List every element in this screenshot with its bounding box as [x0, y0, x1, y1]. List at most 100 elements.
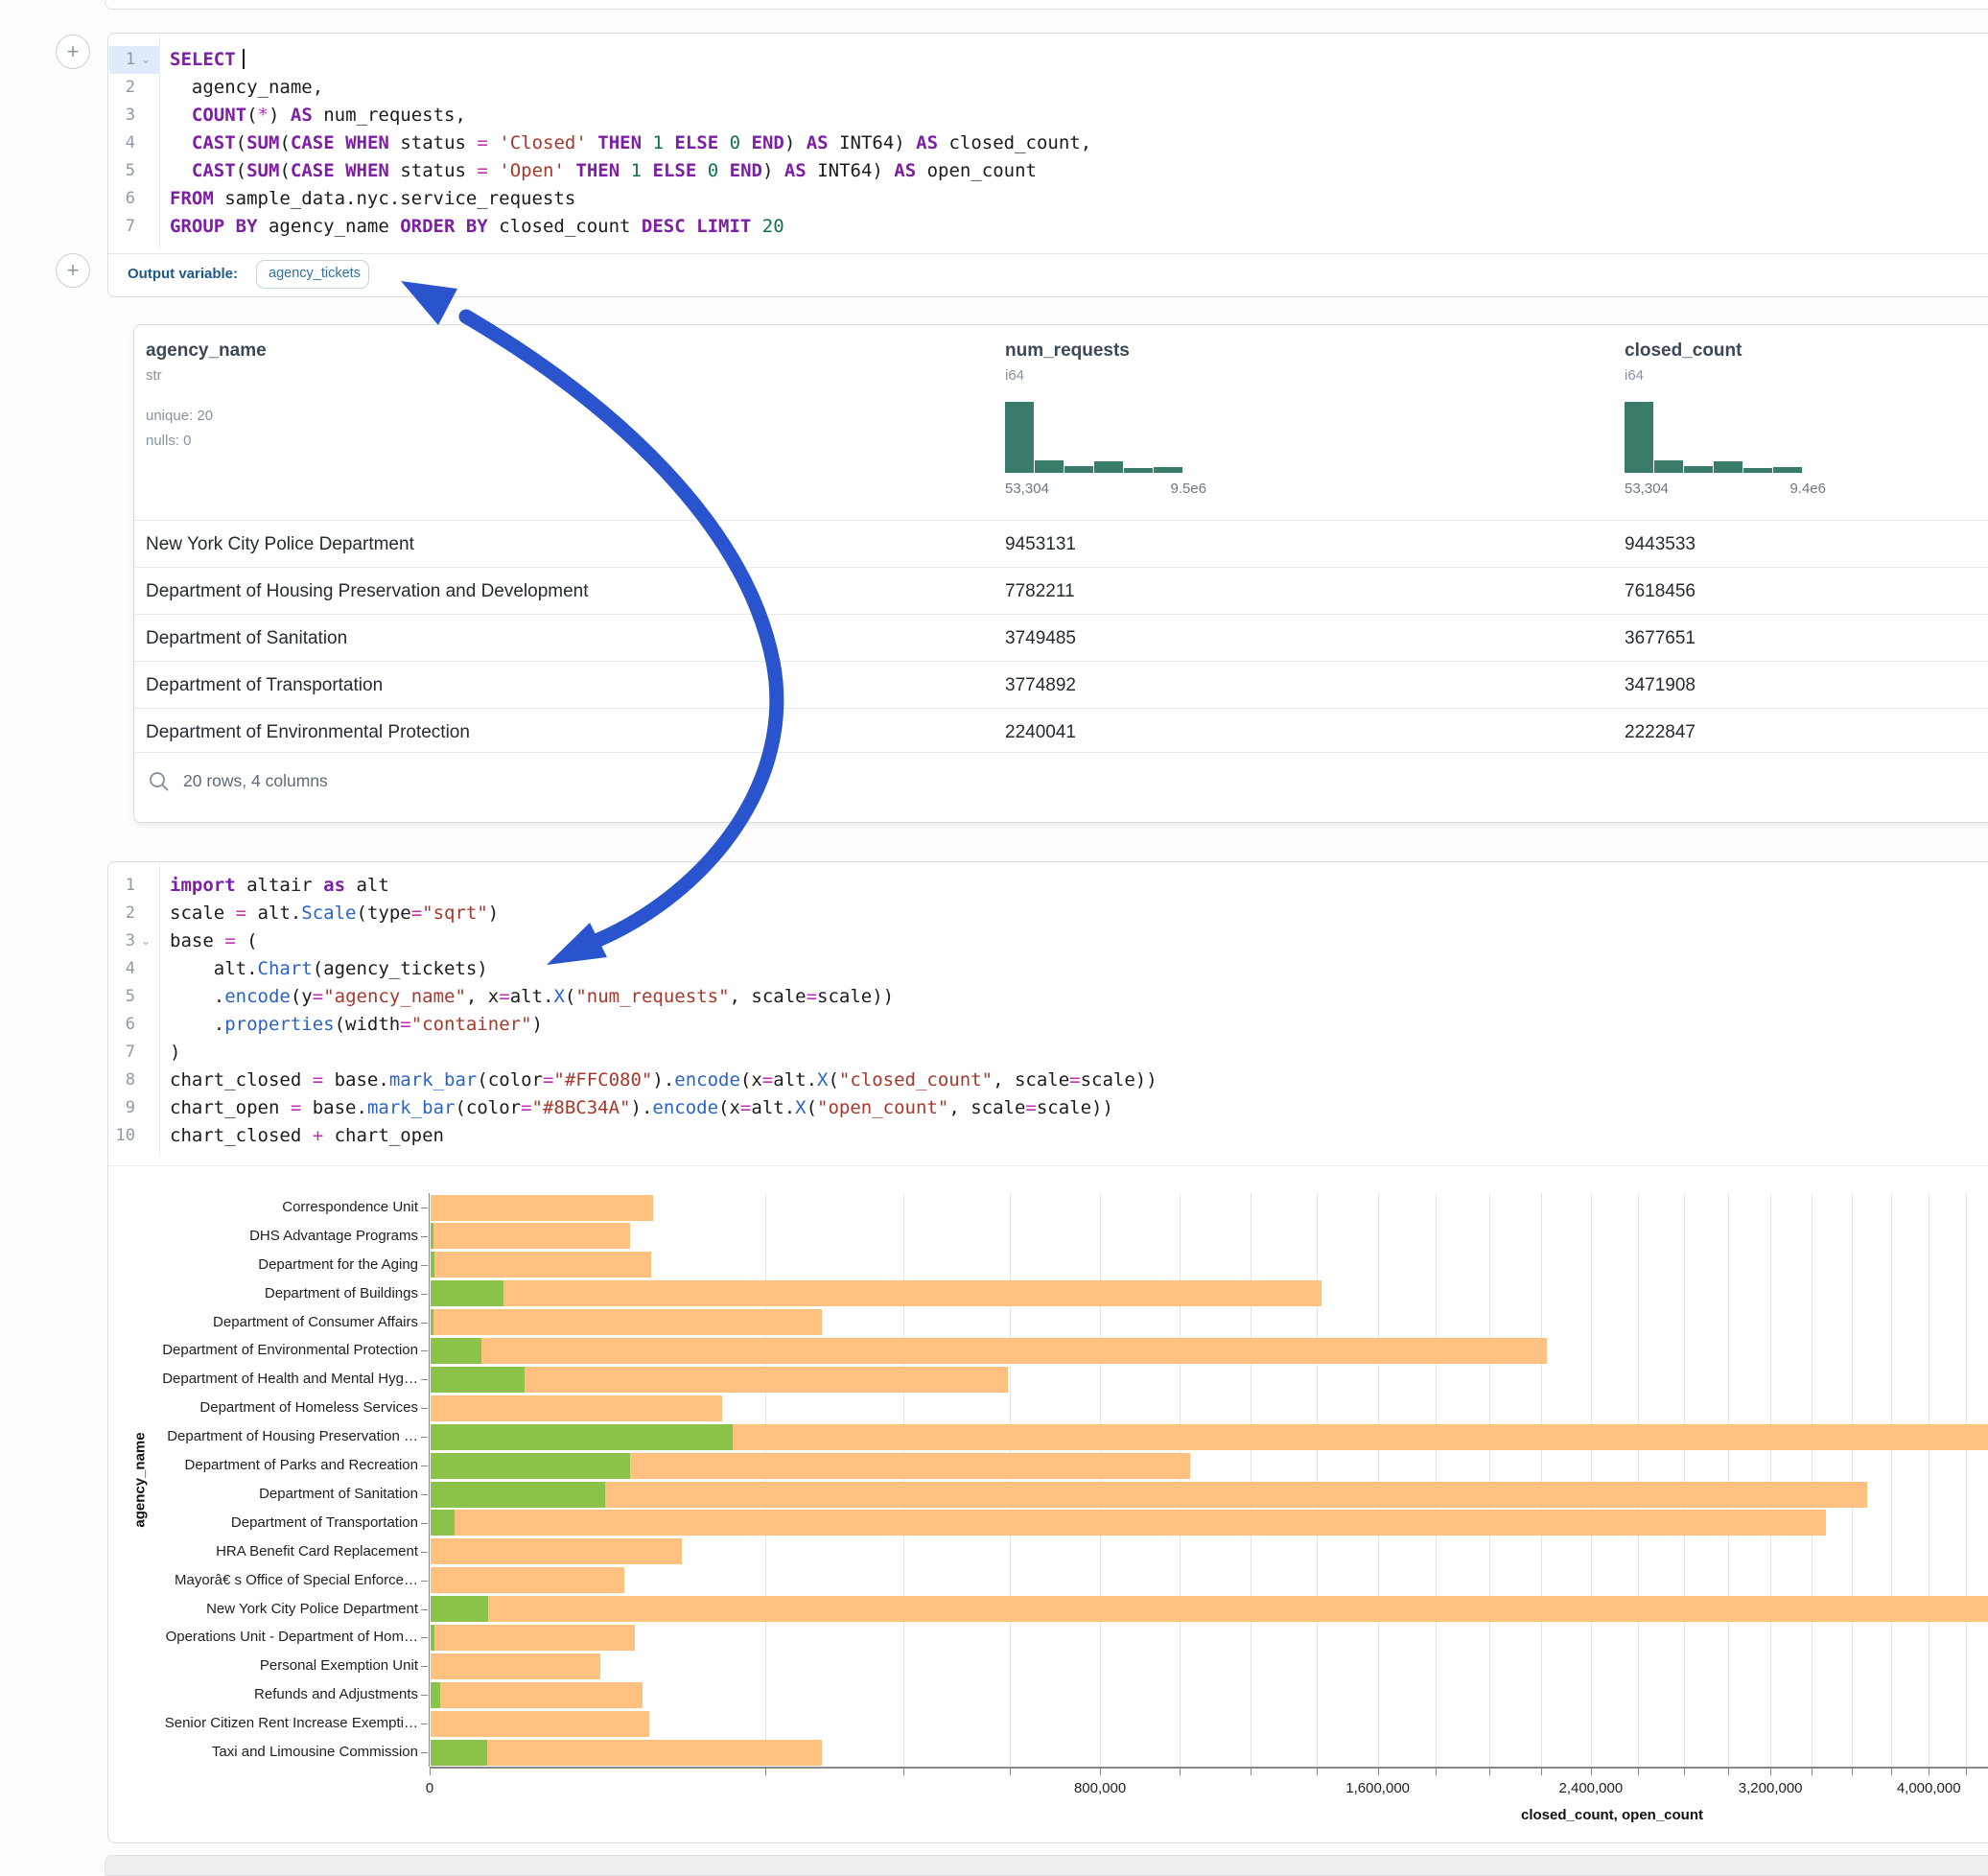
chart-gridline [1966, 1193, 1967, 1767]
chart-x-tick [1728, 1769, 1729, 1775]
chart-bar-open [431, 1453, 630, 1479]
chart-y-tick [421, 1294, 428, 1295]
chart-x-tick-label: 800,000 [1074, 1780, 1126, 1796]
chart-y-label: Operations Unit - Department of Hom… [111, 1629, 418, 1645]
chart-y-label: Taxi and Limousine Commission [111, 1744, 418, 1760]
chart-y-tick [421, 1437, 428, 1438]
chart-gridline [903, 1193, 904, 1767]
chart-y-label: Refunds and Adjustments [111, 1686, 418, 1702]
chart-x-tick [1541, 1769, 1542, 1775]
chart-bar-open [431, 1252, 434, 1278]
chart-x-axis-title: closed_count, open_count [1521, 1807, 1703, 1823]
chart-y-label: Correspondence Unit [111, 1199, 418, 1215]
chart-y-label: HRA Benefit Card Replacement [111, 1543, 418, 1559]
chart-gridline [1770, 1193, 1771, 1767]
chart-y-label: Department of Health and Mental Hyg… [111, 1371, 418, 1387]
chart-gridline [1180, 1193, 1181, 1767]
chart-y-tick [421, 1523, 428, 1524]
chart-x-tick [903, 1769, 904, 1775]
chart-y-label: Personal Exemption Unit [111, 1657, 418, 1674]
chart-x-tick [1591, 1769, 1592, 1775]
chart-gridline [1684, 1193, 1685, 1767]
bar-chart: Correspondence Unit DHS Advantage Program… [0, 0, 1988, 1864]
chart-y-label: Department of Buildings [111, 1285, 418, 1301]
chart-bar-open [431, 1596, 488, 1622]
chart-y-label: Department of Transportation [111, 1514, 418, 1531]
chart-gridline [1591, 1193, 1592, 1767]
chart-x-tick-label: 4,000,000 [1897, 1780, 1961, 1796]
chart-gridline [765, 1193, 766, 1767]
chart-bar-open [431, 1338, 481, 1364]
chart-bar-closed [431, 1567, 624, 1593]
chart-bar-open [431, 1424, 733, 1450]
chart-gridline [1100, 1193, 1101, 1767]
chart-x-tick [1100, 1769, 1101, 1775]
chart-y-label: Department of Parks and Recreation [111, 1457, 418, 1473]
chart-gridline [1728, 1193, 1729, 1767]
chart-x-tick [1180, 1769, 1181, 1775]
chart-gridline [1541, 1193, 1542, 1767]
chart-y-label: Mayorâ€ s Office of Special Enforce… [111, 1572, 418, 1588]
chart-y-tick [421, 1581, 428, 1582]
chart-y-label: Senior Citizen Rent Increase Exempti… [111, 1715, 418, 1731]
chart-x-tick [1770, 1769, 1771, 1775]
chart-y-label: Department of Consumer Affairs [111, 1314, 418, 1330]
chart-y-tick [421, 1408, 428, 1409]
chart-y-tick [421, 1379, 428, 1380]
chart-x-tick [1812, 1769, 1813, 1775]
chart-y-label: Department of Homeless Services [111, 1399, 418, 1416]
chart-bar-closed [431, 1653, 600, 1679]
chart-y-tick [421, 1494, 428, 1495]
chart-bar-closed [431, 1711, 649, 1737]
chart-axis-line [429, 1193, 430, 1767]
chart-y-tick [421, 1752, 428, 1753]
chart-gridline [1812, 1193, 1813, 1767]
chart-gridline [1010, 1193, 1011, 1767]
chart-bar-closed [431, 1740, 822, 1766]
chart-y-label: Department of Sanitation [111, 1486, 418, 1502]
chart-y-label: Department of Environmental Protection [111, 1342, 418, 1358]
chart-bar-open [431, 1309, 433, 1335]
chart-y-tick [421, 1350, 428, 1351]
chart-gridline [1436, 1193, 1437, 1767]
chart-axis-line [430, 1767, 1988, 1769]
chart-y-tick [421, 1323, 428, 1324]
chart-y-tick [421, 1666, 428, 1667]
chart-y-tick [421, 1609, 428, 1610]
chart-bar-closed [431, 1223, 630, 1249]
chart-y-tick [421, 1695, 428, 1696]
chart-bar-closed [431, 1280, 1321, 1306]
chart-gridline [1638, 1193, 1639, 1767]
chart-x-tick [765, 1769, 766, 1775]
chart-bar-open [431, 1510, 455, 1536]
chart-x-tick [1489, 1769, 1490, 1775]
chart-bar-closed [431, 1538, 682, 1564]
chart-x-tick [1010, 1769, 1011, 1775]
chart-y-tick [421, 1552, 428, 1553]
chart-bar-closed [431, 1195, 653, 1221]
chart-gridline [1929, 1193, 1930, 1767]
chart-y-tick [421, 1637, 428, 1638]
chart-bar-closed [431, 1395, 722, 1421]
chart-bar-closed [431, 1596, 1988, 1622]
chart-y-tick [421, 1236, 428, 1237]
chart-x-tick [1966, 1769, 1967, 1775]
chart-x-tick-label: 0 [426, 1780, 433, 1796]
chart-bar-closed [431, 1682, 643, 1708]
chart-x-tick [1929, 1769, 1930, 1775]
chart-bar-open [431, 1740, 487, 1766]
chart-bar-open [431, 1625, 434, 1651]
chart-x-tick [1852, 1769, 1853, 1775]
chart-x-tick [1378, 1769, 1379, 1775]
chart-y-tick [421, 1265, 428, 1266]
chart-bar-open [431, 1682, 440, 1708]
chart-bar-closed [431, 1252, 651, 1278]
chart-gridline [1489, 1193, 1490, 1767]
chart-x-tick [430, 1769, 431, 1775]
chart-x-tick [1684, 1769, 1685, 1775]
chart-x-tick-label: 2,400,000 [1558, 1780, 1623, 1796]
chart-bar-open [431, 1223, 433, 1249]
chart-y-label: DHS Advantage Programs [111, 1228, 418, 1244]
chart-bar-closed [431, 1482, 1867, 1508]
chart-gridline [1378, 1193, 1379, 1767]
